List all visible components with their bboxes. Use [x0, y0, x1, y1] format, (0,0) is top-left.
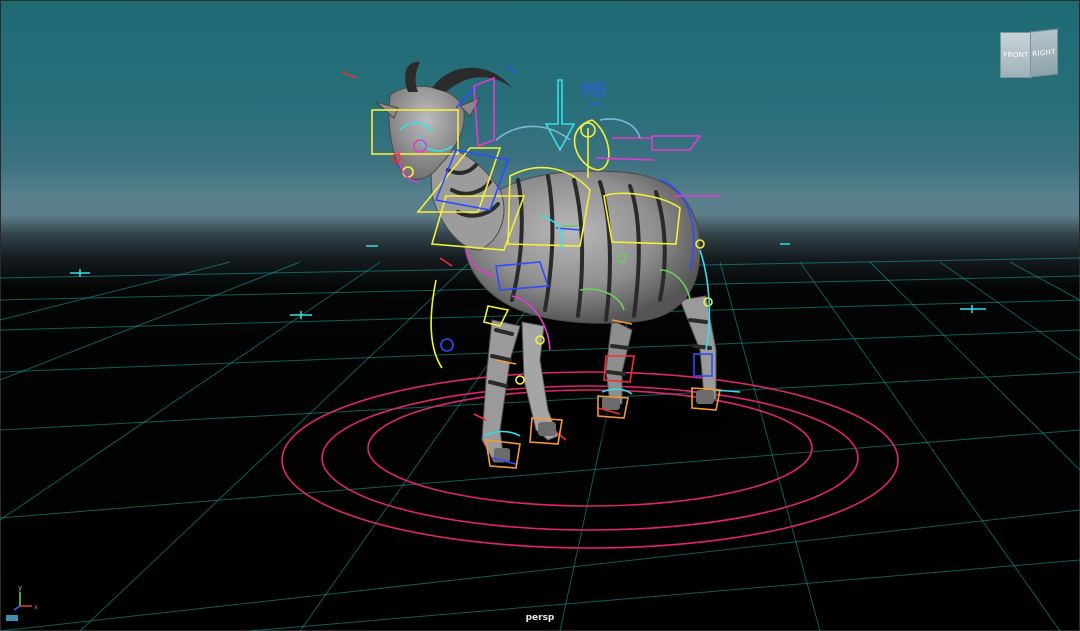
- view-cube-front-label: FRONT: [1003, 51, 1029, 59]
- rig-logo-text: MB: [582, 78, 606, 102]
- x-axis-label: x: [34, 603, 38, 611]
- view-cube-front-face[interactable]: FRONT: [1000, 32, 1032, 78]
- z-axis-icon: [13, 605, 21, 611]
- camera-name-label: persp: [525, 613, 555, 623]
- y-axis-label: y: [18, 584, 22, 592]
- view-cube-right-label: RIGHT: [1032, 47, 1056, 59]
- scene-canvas[interactable]: MB: [0, 0, 1080, 631]
- goat-mesh[interactable]: [375, 61, 717, 463]
- view-cube-right-face[interactable]: RIGHT: [1030, 28, 1058, 78]
- view-cube[interactable]: FRONT RIGHT: [1000, 28, 1058, 78]
- maya-perspective-viewport[interactable]: MB FRONT RIGHT y x persp: [0, 0, 1080, 631]
